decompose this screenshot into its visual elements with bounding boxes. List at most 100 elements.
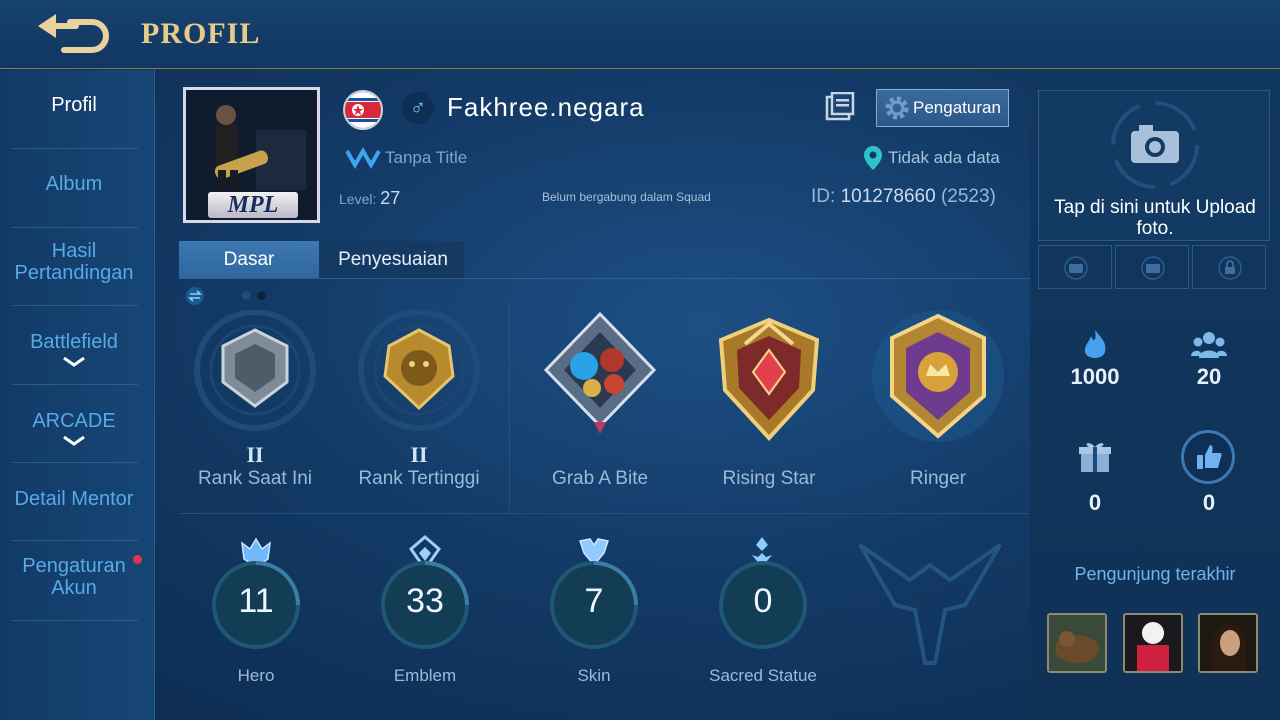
sidebar-item-label: Album	[45, 173, 103, 195]
chevron-down-icon	[63, 436, 85, 446]
gift-icon	[1079, 443, 1111, 472]
achievement-crown-icon	[872, 310, 1004, 442]
sidebar-divider	[12, 462, 138, 463]
popularity-flame-icon	[1084, 330, 1106, 358]
upload-photo-area[interactable]: Tap di sini untuk Upload foto.	[1038, 90, 1270, 241]
lock-icon	[1218, 256, 1242, 280]
back-button[interactable]	[30, 8, 114, 58]
stat-label: Hero	[237, 666, 275, 685]
ringer-badge[interactable]	[858, 310, 1018, 450]
achievement-food-icon	[543, 311, 657, 434]
header-bar: PROFIL	[0, 0, 1280, 69]
server-id: (2523)	[940, 186, 996, 207]
page-indicator-dot	[242, 291, 251, 300]
gear-icon	[885, 96, 909, 120]
photo-slot[interactable]	[1115, 245, 1189, 289]
back-arrow-icon	[38, 14, 109, 53]
visitor-avatar[interactable]	[1047, 613, 1107, 673]
album-icon[interactable]	[825, 92, 855, 122]
visitor-photo	[1049, 615, 1105, 671]
sidebar-item-arcade[interactable]: ARCADE	[10, 410, 138, 446]
player-id: ID: 101278660 (2523)	[811, 186, 996, 208]
sidebar-item-album[interactable]: Album	[10, 173, 138, 195]
sidebar-item-profil[interactable]: Profil	[10, 94, 138, 116]
sidebar-item-hasil-pertandingan[interactable]: Hasil Pertandingan	[10, 240, 138, 284]
stat-label: Skin	[577, 666, 611, 685]
like-button[interactable]	[1181, 430, 1235, 484]
player-location: Tidak ada data	[888, 148, 1000, 167]
rank-silver-icon	[194, 310, 316, 431]
badge-label: Rank Saat Ini	[197, 468, 313, 489]
likes-value: 0	[1202, 490, 1216, 515]
id-label: ID:	[811, 186, 836, 207]
tab-label: Dasar	[223, 249, 275, 270]
visitor-avatar[interactable]	[1123, 613, 1183, 673]
sidebar: Profil Album Hasil Pertandingan Battlefi…	[0, 70, 155, 720]
player-title: Tanpa Title	[385, 148, 468, 167]
recent-visitors-label: Pengunjung terakhir	[1074, 564, 1236, 584]
id-value: 101278660	[840, 186, 936, 207]
highest-rank-badge[interactable]	[339, 310, 499, 450]
badge-label: Ringer	[910, 468, 966, 489]
male-gender-icon: ♂	[402, 92, 434, 124]
visitor-avatar[interactable]	[1198, 613, 1258, 673]
camera-icon	[1141, 256, 1165, 280]
badge-label: Rising Star	[722, 468, 816, 489]
country-flag-icon	[343, 90, 383, 130]
page-indicator-dot	[257, 291, 266, 300]
swap-icon[interactable]	[186, 287, 204, 305]
player-level: Level: 27	[339, 188, 400, 209]
tab-dasar[interactable]: Dasar	[179, 241, 319, 278]
sidebar-item-label: Profil	[51, 94, 97, 116]
mpl-logo: MPL	[208, 192, 298, 218]
hero-count: 11	[238, 582, 274, 620]
skin-count: 7	[584, 582, 604, 620]
sidebar-divider	[12, 540, 138, 541]
thumbs-up-icon	[1197, 445, 1222, 469]
visitor-photo	[1200, 615, 1256, 671]
popularity-value: 1000	[1070, 364, 1120, 389]
sidebar-item-battlefield[interactable]: Battlefield	[10, 331, 138, 367]
sidebar-divider	[12, 305, 138, 306]
sidebar-item-label: ARCADE	[32, 410, 116, 432]
sidebar-divider	[12, 148, 138, 149]
sidebar-item-label: Pengaturan Akun	[22, 555, 126, 599]
title-badge-icon	[345, 146, 381, 169]
settings-button[interactable]: Pengaturan	[876, 89, 1009, 127]
current-rank-badge[interactable]	[175, 310, 335, 450]
highest-rank-tier: II	[410, 442, 428, 467]
rising-star-badge[interactable]	[689, 310, 849, 450]
tab-penyesuaian[interactable]: Penyesuaian	[322, 241, 464, 278]
photo-slot[interactable]	[1038, 245, 1112, 289]
player-avatar[interactable]: MPL	[183, 87, 320, 223]
followers-value: 20	[1196, 364, 1222, 389]
photo-slot-locked[interactable]	[1192, 245, 1266, 289]
grab-a-bite-badge[interactable]	[520, 310, 680, 450]
camera-icon	[1111, 101, 1199, 189]
tabs-underline	[179, 278, 1030, 279]
visitor-photo	[1125, 615, 1181, 671]
achievement-star-icon	[718, 317, 820, 441]
rank-gold-icon	[358, 310, 480, 431]
tab-label: Penyesuaian	[338, 249, 448, 270]
sidebar-item-label: Hasil Pertandingan	[14, 240, 134, 284]
level-value: 27	[380, 188, 401, 208]
player-name: Fakhree.negara	[447, 92, 645, 122]
sidebar-item-pengaturan-akun[interactable]: Pengaturan Akun	[10, 555, 142, 599]
gifts-value: 0	[1088, 490, 1102, 515]
stat-label: Sacred Statue	[709, 666, 817, 685]
sacred-statue-count: 0	[753, 582, 773, 620]
badge-label: Grab A Bite	[551, 468, 649, 489]
chevron-down-icon	[63, 357, 85, 367]
page-title: PROFIL	[141, 17, 261, 50]
camera-icon	[1064, 256, 1088, 280]
emblem-count: 33	[406, 582, 444, 620]
upload-photo-text: Tap di sini untuk Upload foto.	[1054, 197, 1256, 239]
badge-label: Rank Tertinggi	[358, 468, 480, 489]
settings-label: Pengaturan	[913, 98, 1001, 117]
badge-divider	[509, 300, 510, 510]
current-rank-tier: II	[246, 442, 264, 467]
sidebar-item-label: Battlefield	[30, 331, 118, 353]
sidebar-item-detail-mentor[interactable]: Detail Mentor	[10, 488, 138, 510]
stat-label: Emblem	[393, 666, 457, 685]
